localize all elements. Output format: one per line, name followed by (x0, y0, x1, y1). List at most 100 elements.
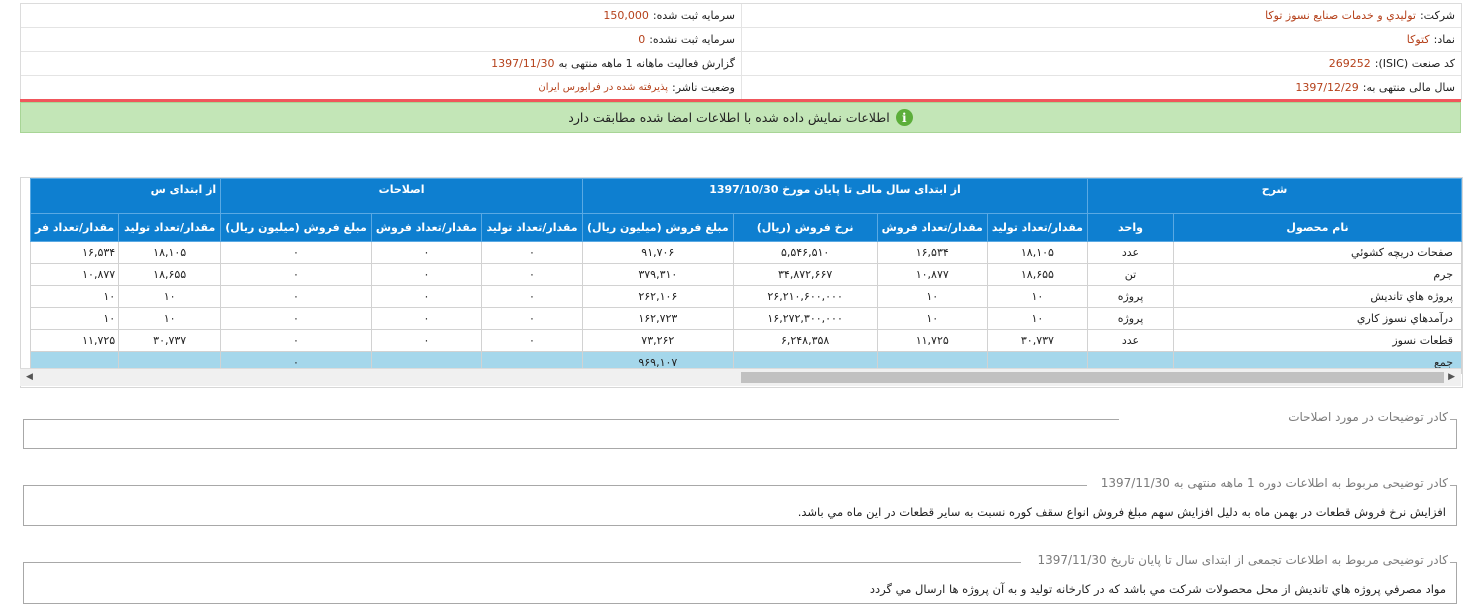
table-cell: ۱۶,۵۳۴ (29, 241, 120, 264)
product-name-cell: پروژه هاي تانديش (1173, 285, 1462, 308)
table-cell: ۰ (481, 263, 584, 286)
table-cell: ۰ (481, 329, 584, 352)
period-note-box: کادر توضیحی مربوط به اطلاعات دوره 1 ماهه… (23, 476, 1457, 526)
column-header[interactable]: واحد (1087, 213, 1174, 242)
table-cell: ۱۱,۷۲۵ (876, 329, 988, 352)
table-row: قطعات نسوز عدد ۳۰,۷۳۷ ۱۱,۷۲۵ ۶,۲۴۸,۳۵۸ ۷۳,۲۶۲… (29, 329, 1462, 352)
info-row: شرکت: توليدي و خدمات صنايع نسوز توكا سرم… (21, 4, 1461, 28)
table-cell: ۰ (370, 329, 483, 352)
unregistered-capital-value: 0 (638, 33, 646, 46)
table-cell: ۳۰,۷۳۷ (118, 329, 222, 352)
symbol-value: كتوكا (1406, 33, 1430, 46)
column-header-row: نام محصول واحد مقدار/تعداد تولید مقدار/ت… (29, 213, 1462, 242)
table-cell: ۱۰ (118, 307, 222, 330)
table-cell: ۵,۵۴۶,۵۱۰ (732, 241, 878, 264)
table-cell: ۱۰ (876, 307, 988, 330)
info-row: نماد: كتوكا سرمایه ثبت نشده: 0 (21, 28, 1461, 52)
table-cell: ۱۰ (986, 285, 1089, 308)
table-cell: ۱۰ (29, 285, 120, 308)
unit-cell: پروژه (1087, 307, 1174, 330)
info-icon: i (895, 109, 913, 126)
column-header[interactable]: مقدار/تعداد فروش (370, 213, 483, 242)
column-header[interactable]: نام محصول (1173, 213, 1462, 242)
info-cell-symbol: نماد: كتوكا (741, 28, 1461, 51)
verification-banner: i اطلاعات نمایش داده شده با اطلاعات امضا… (20, 102, 1461, 133)
table-cell: ۰ (370, 285, 483, 308)
table-cell: ۰ (220, 329, 372, 352)
column-header[interactable]: مقدار/تعداد فروش (876, 213, 988, 242)
table-cell: ۱۰ (29, 307, 120, 330)
verification-text: اطلاعات نمایش داده شده با اطلاعات امضا ش… (568, 110, 890, 125)
info-label: سرمایه ثبت شده: (652, 9, 735, 22)
table-cell: ۰ (481, 307, 584, 330)
unit-cell: تن (1087, 263, 1174, 286)
scroll-right-icon[interactable]: ▶ (1448, 372, 1455, 382)
isic-value: 269252 (1328, 57, 1371, 70)
column-header[interactable]: مقدار/تعداد تولید (118, 213, 222, 242)
table-cell: ۱۱,۷۲۵ (29, 329, 120, 352)
divider (24, 485, 1087, 486)
table-cell: ۳۴,۸۷۲,۶۶۷ (732, 263, 878, 286)
horizontal-scrollbar[interactable]: ◀ ▶ (20, 368, 1461, 386)
scroll-left-icon[interactable]: ◀ (26, 372, 33, 382)
table-row: جرم تن ۱۸,۶۵۵ ۱۰,۸۷۷ ۳۴,۸۷۲,۶۶۷ ۳۷۹,۳۱۰ ۰ ۰ ۰ ۱۸,… (29, 263, 1462, 286)
column-header[interactable]: مقدار/تعداد تولید (986, 213, 1089, 242)
info-label: شرکت: (1419, 9, 1455, 22)
table-cell: ۲۶۲,۱۰۶ (582, 285, 734, 308)
column-header[interactable]: مبلغ فروش (میلیون ریال) (582, 213, 734, 242)
table-cell: ۰ (481, 241, 584, 264)
info-label: سرمایه ثبت نشده: (649, 33, 735, 46)
info-cell-isic: کد صنعت (ISIC): 269252 (741, 52, 1461, 75)
table-cell: ۰ (220, 285, 372, 308)
table-cell: ۱۰,۸۷۷ (876, 263, 988, 286)
table-cell: ۲۶,۲۱۰,۶۰۰,۰۰۰ (732, 285, 878, 308)
table-cell: ۱۸,۱۰۵ (986, 241, 1089, 264)
table-row: صفحات دريچه كشوئي عدد ۱۸,۱۰۵ ۱۶,۵۳۴ ۵,۵۴۶,۵۱… (29, 241, 1462, 264)
group-header-ytd: از ابتدای سال مالی تا پایان مورخ 1397/10… (582, 178, 1088, 214)
group-header-row: شرح از ابتدای سال مالی تا پایان مورخ 139… (29, 178, 1462, 214)
unit-cell: پروژه (1087, 285, 1174, 308)
period-note-legend: کادر توضیحی مربوط به اطلاعات دوره 1 ماهه… (1098, 476, 1450, 490)
publisher-status-value: پذیرفته شده در فرابورس ایران (538, 82, 669, 93)
table-cell: ۳۷۹,۳۱۰ (582, 263, 734, 286)
cumulative-note-text: مواد مصرفي پروژه هاي تانديش از محل محصول… (869, 582, 1446, 596)
table-cell: ۱۰,۸۷۷ (29, 263, 120, 286)
info-label: گزارش فعالیت ماهانه 1 ماهه منتهی به (558, 57, 735, 70)
registered-capital-value: 150,000 (603, 9, 649, 22)
scrollbar-thumb[interactable] (741, 372, 1444, 383)
divider (1450, 419, 1456, 420)
table-cell: ۰ (370, 241, 483, 264)
group-header-description: شرح (1087, 178, 1462, 214)
company-name: توليدي و خدمات صنايع نسوز توكا (1265, 9, 1416, 22)
table-cell: ۱۶۲,۷۲۳ (582, 307, 734, 330)
table-row: درآمدهاي نسوز كاري پروژه ۱۰ ۱۰ ۱۶,۲۷۲,۳۰۰,۰۰… (29, 307, 1462, 330)
info-label: کد صنعت (ISIC): (1374, 57, 1455, 70)
product-name-cell: درآمدهاي نسوز كاري (1173, 307, 1462, 330)
info-row: کد صنعت (ISIC): 269252 گزارش فعالیت ماها… (21, 52, 1461, 76)
table-row: پروژه هاي تانديش پروژه ۱۰ ۱۰ ۲۶,۲۱۰,۶۰۰,۰۰۰ ۲… (29, 285, 1462, 308)
table-cell: ۰ (481, 285, 584, 308)
table-cell: ۷۳,۲۶۲ (582, 329, 734, 352)
divider (24, 419, 1119, 420)
info-row: سال مالی منتهی به: 1397/12/29 وضعیت ناشر… (21, 76, 1461, 99)
info-cell-company: شرکت: توليدي و خدمات صنايع نسوز توكا (741, 4, 1461, 27)
column-header[interactable]: مبلغ فروش (میلیون ریال) (220, 213, 372, 242)
company-info-panel: شرکت: توليدي و خدمات صنايع نسوز توكا سرم… (20, 3, 1462, 100)
table-cell: ۹۱,۷۰۶ (582, 241, 734, 264)
column-header[interactable]: نرخ فروش (ریال) (732, 213, 878, 242)
corrections-note-legend: کادر توضیحات در مورد اصلاحات (1286, 410, 1450, 424)
production-sales-table: شرح از ابتدای سال مالی تا پایان مورخ 139… (29, 178, 1462, 374)
group-header-corrections: اصلاحات (220, 178, 584, 214)
divider (1450, 562, 1456, 563)
info-cell-report-period: گزارش فعالیت ماهانه 1 ماهه منتهی به 1397… (21, 52, 741, 75)
table-cell: ۱۸,۶۵۵ (986, 263, 1089, 286)
column-header[interactable]: مقدار/تعداد تولید (481, 213, 584, 242)
unit-cell: عدد (1087, 329, 1174, 352)
product-name-cell: صفحات دريچه كشوئي (1173, 241, 1462, 264)
table-cell: ۰ (220, 307, 372, 330)
info-cell-publisher-status: وضعیت ناشر: پذیرفته شده در فرابورس ایران (21, 76, 741, 99)
cumulative-note-box: کادر توضیحی مربوط به اطلاعات تجمعی از اب… (23, 553, 1457, 604)
product-name-cell: جرم (1173, 263, 1462, 286)
column-header[interactable]: مقدار/تعداد فر (29, 213, 120, 242)
production-sales-grid: شرح از ابتدای سال مالی تا پایان مورخ 139… (20, 177, 1463, 388)
